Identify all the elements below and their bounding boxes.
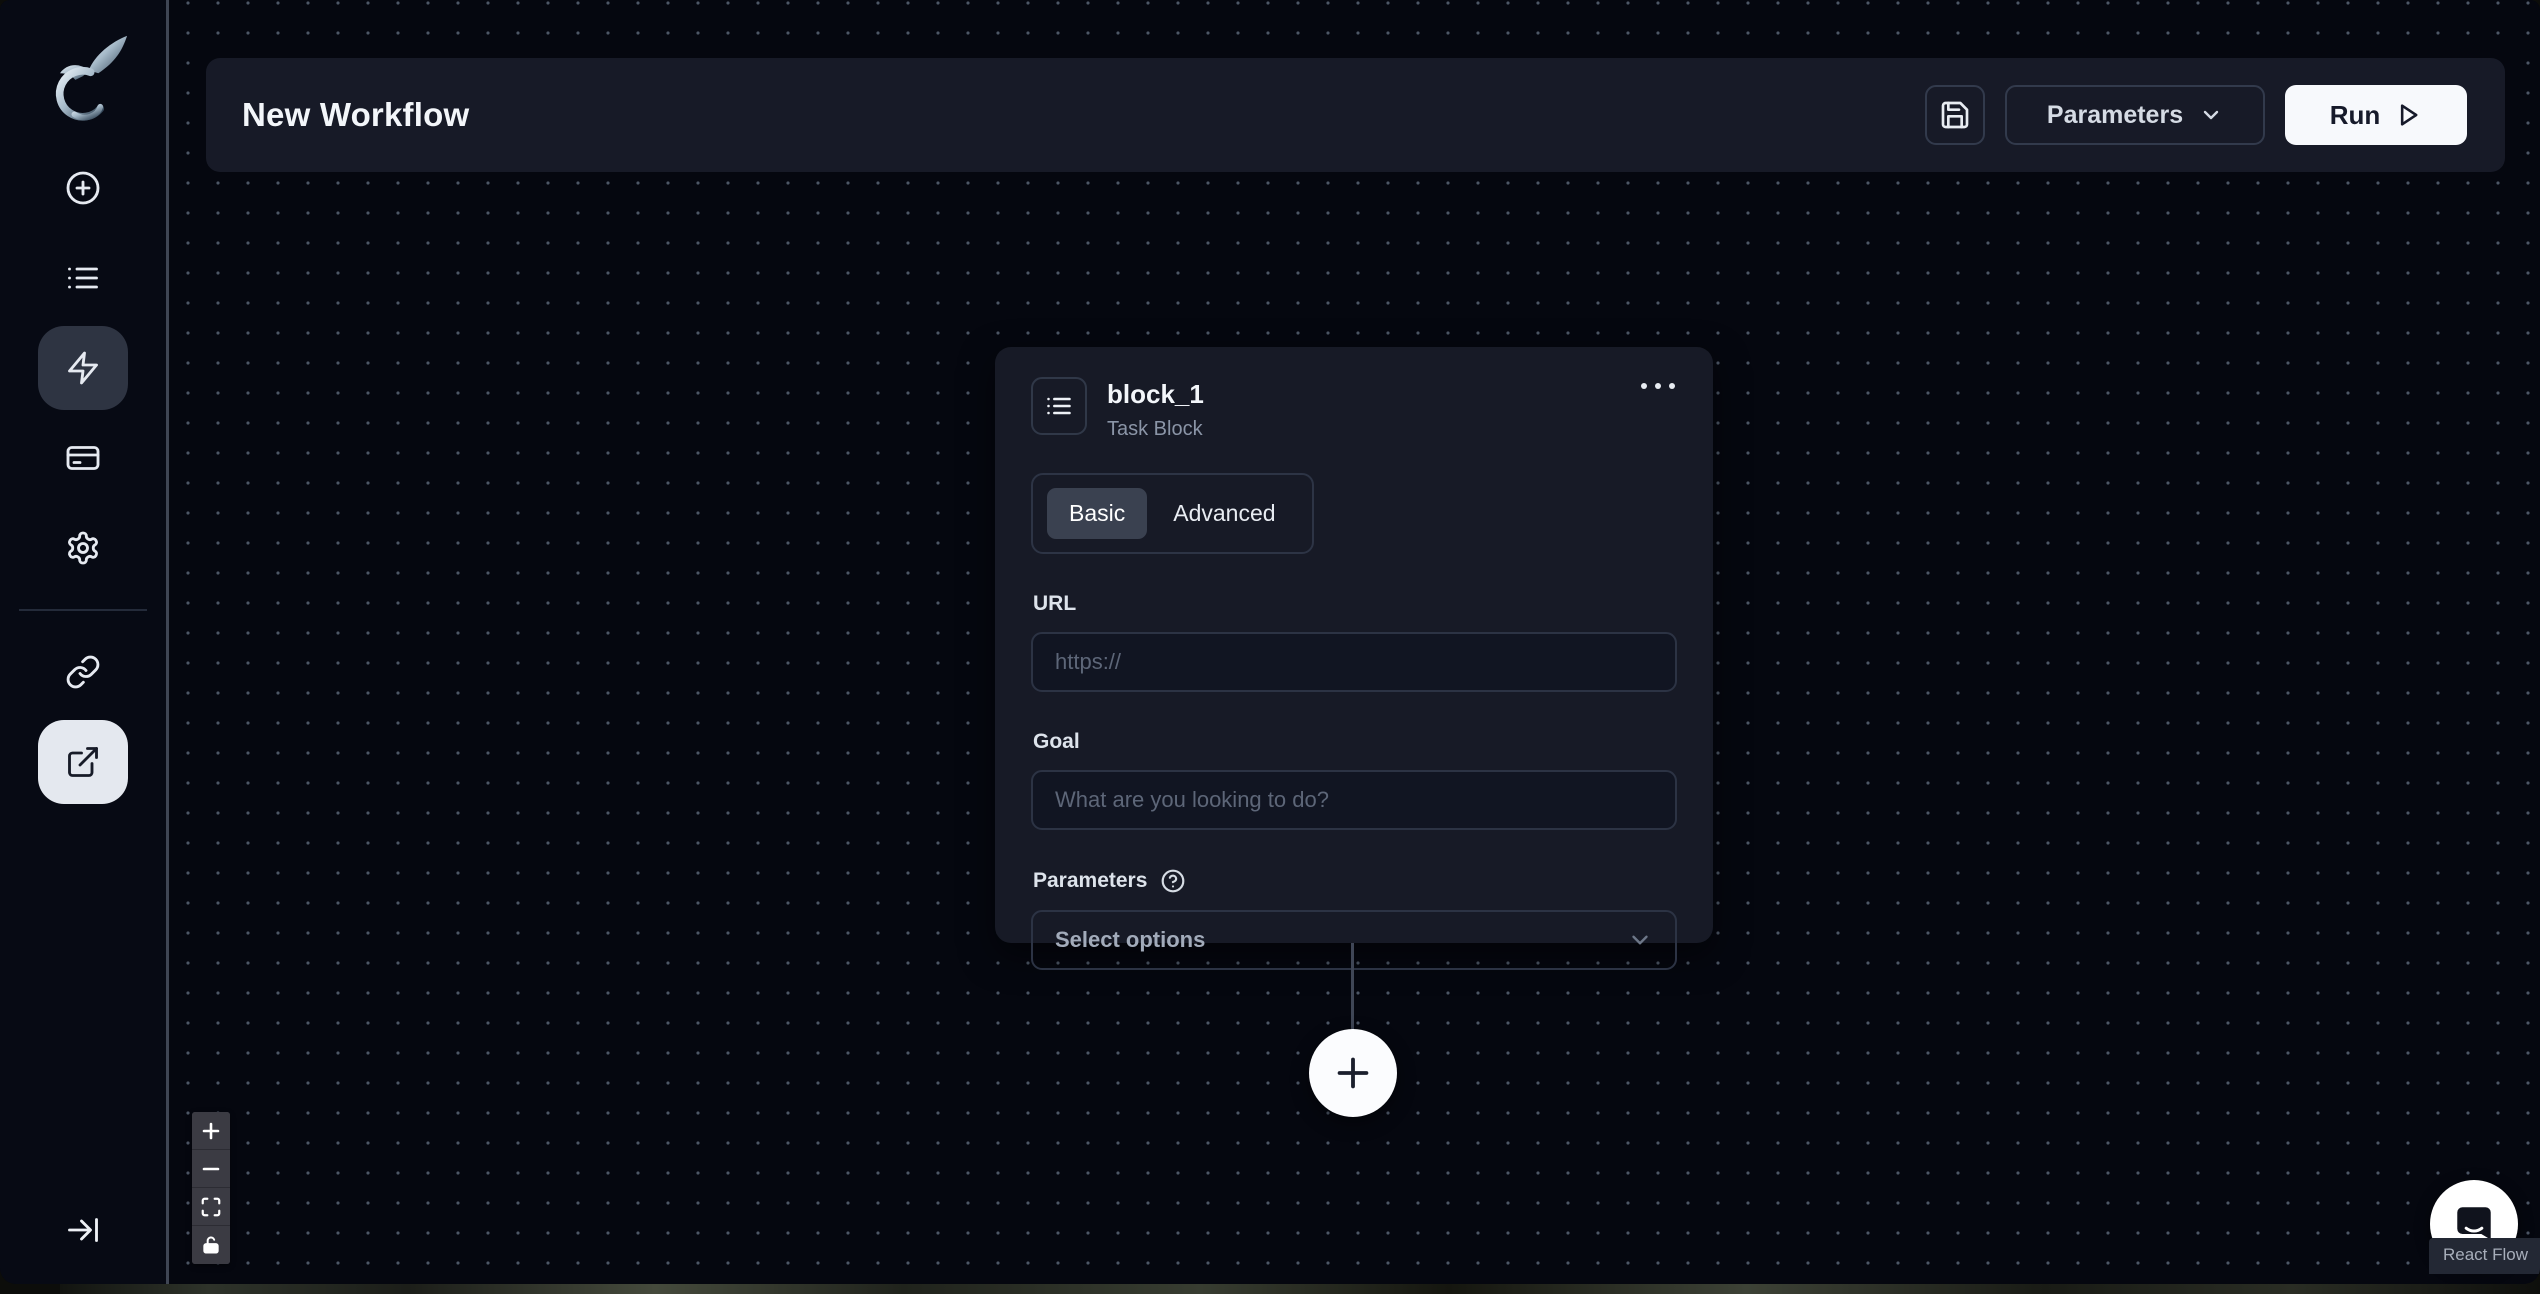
node-tabs: Basic Advanced: [1031, 473, 1314, 554]
node-name: block_1: [1107, 379, 1204, 410]
gear-icon: [65, 530, 101, 566]
task-block-icon-box: [1031, 377, 1087, 435]
node-menu-button[interactable]: [1639, 377, 1677, 395]
url-label: URL: [1033, 592, 1677, 616]
help-circle-icon[interactable]: [1160, 868, 1186, 894]
parameters-select[interactable]: Select options: [1031, 910, 1677, 970]
chevron-down-icon: [1627, 927, 1653, 953]
zoom-out-button[interactable]: [192, 1150, 230, 1188]
list-icon: [1045, 392, 1073, 420]
goal-input[interactable]: [1031, 770, 1677, 830]
link-icon: [65, 654, 101, 690]
page-title: New Workflow: [242, 96, 469, 134]
chevron-down-icon: [2199, 103, 2223, 127]
lightning-icon: [65, 350, 101, 386]
edge-connector: [1351, 943, 1354, 1031]
unlock-icon: [201, 1235, 221, 1255]
header-actions: Parameters Run: [1925, 85, 2467, 145]
external-link-icon: [65, 744, 101, 780]
url-input[interactable]: [1031, 632, 1677, 692]
run-button-label: Run: [2330, 100, 2381, 131]
ellipsis-icon: [1641, 383, 1647, 389]
node-titles: block_1 Task Block: [1107, 377, 1204, 441]
save-icon: [1939, 99, 1971, 131]
task-block-node[interactable]: block_1 Task Block Basic Advanced URL Go…: [995, 347, 1713, 943]
node-header: block_1 Task Block: [1031, 377, 1677, 441]
credit-card-icon: [65, 440, 101, 476]
sidebar: [0, 0, 169, 1284]
parameters-button[interactable]: Parameters: [2005, 85, 2265, 145]
list-icon: [65, 260, 101, 296]
node-type-label: Task Block: [1107, 418, 1204, 441]
lock-toggle-button[interactable]: [192, 1226, 230, 1264]
sidebar-item-create[interactable]: [38, 146, 128, 230]
collapse-sidebar-button[interactable]: [38, 1188, 128, 1272]
flow-canvas[interactable]: New Workflow Parameters: [169, 0, 2540, 1274]
add-block-button[interactable]: [1309, 1029, 1397, 1117]
reactflow-attribution[interactable]: React Flow: [2429, 1238, 2540, 1274]
tab-advanced[interactable]: Advanced: [1151, 488, 1297, 539]
run-button[interactable]: Run: [2285, 85, 2467, 145]
plus-icon: [199, 1119, 223, 1143]
sidebar-divider: [19, 609, 147, 611]
collapse-sidebar-icon: [65, 1212, 101, 1248]
workflow-header: New Workflow Parameters: [206, 58, 2505, 172]
plus-icon: [1330, 1050, 1376, 1096]
play-icon: [2394, 101, 2422, 129]
parameters-button-label: Parameters: [2047, 101, 2183, 130]
minus-icon: [199, 1157, 223, 1181]
canvas-controls: [192, 1112, 230, 1264]
fit-view-icon: [200, 1196, 222, 1218]
sidebar-item-integrations[interactable]: [38, 630, 128, 714]
fit-view-button[interactable]: [192, 1188, 230, 1226]
sidebar-item-workflows[interactable]: [38, 326, 128, 410]
dragon-logo-icon: [35, 32, 131, 124]
tab-basic[interactable]: Basic: [1047, 488, 1147, 539]
sidebar-nav: [19, 146, 147, 804]
parameters-label: Parameters: [1033, 869, 1147, 893]
goal-label: Goal: [1033, 730, 1677, 754]
sidebar-item-external[interactable]: [38, 720, 128, 804]
zoom-in-button[interactable]: [192, 1112, 230, 1150]
app-logo[interactable]: [33, 24, 133, 132]
app-window: New Workflow Parameters: [0, 0, 2540, 1284]
save-button[interactable]: [1925, 85, 1985, 145]
parameters-select-value: Select options: [1055, 927, 1205, 953]
parameters-label-row: Parameters: [1033, 868, 1677, 894]
sidebar-item-runs[interactable]: [38, 236, 128, 320]
sidebar-item-billing[interactable]: [38, 416, 128, 500]
sidebar-item-settings[interactable]: [38, 506, 128, 590]
plus-circle-icon: [65, 170, 101, 206]
